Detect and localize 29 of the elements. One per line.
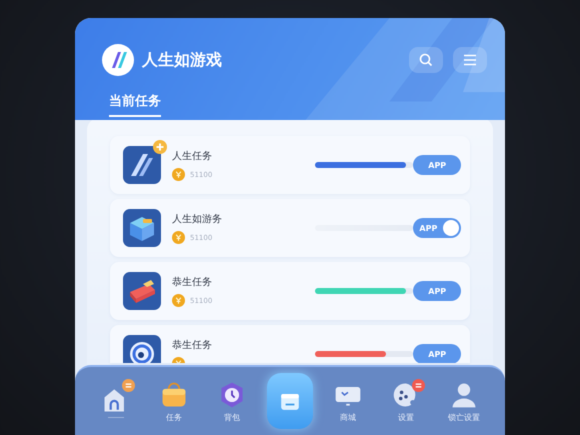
task-name: 恭生任务 (172, 338, 213, 352)
nav-item[interactable] (267, 373, 313, 429)
logo-icon (102, 44, 134, 76)
task-app-icon (123, 335, 161, 363)
task-app-icon (123, 209, 161, 247)
app-button[interactable]: APP (413, 344, 461, 363)
tab[interactable]: 当前任务 (109, 92, 161, 117)
app-title: 人生如游戏 (142, 50, 222, 70)
app-button[interactable]: APP (413, 281, 461, 301)
task-app-icon (123, 146, 161, 184)
coin-icon (172, 231, 185, 244)
nav-item[interactable]: 锁亡设置 (441, 373, 487, 429)
menu-button[interactable] (453, 47, 487, 73)
app-toggle[interactable]: APP (413, 218, 461, 238)
nav-item[interactable]: 商城 (325, 373, 371, 429)
search-icon (419, 53, 433, 67)
app-button[interactable]: APP (413, 155, 461, 175)
menu-icon (463, 54, 477, 66)
search-button[interactable] (409, 47, 443, 73)
nav-item[interactable]: 背包 (209, 373, 255, 429)
nav-item[interactable]: 任务 (151, 373, 197, 429)
task-name: 人生如游务 (172, 212, 223, 226)
task-name: 人生任务 (172, 150, 213, 162)
coin-icon (172, 294, 185, 307)
task-name: 恭生任务 (172, 276, 213, 288)
nav-item[interactable]: 设置 (383, 373, 429, 429)
task-app-icon (123, 272, 161, 310)
task-card[interactable]: 恭生任务 APP (110, 325, 470, 363)
coin-icon (172, 168, 185, 181)
